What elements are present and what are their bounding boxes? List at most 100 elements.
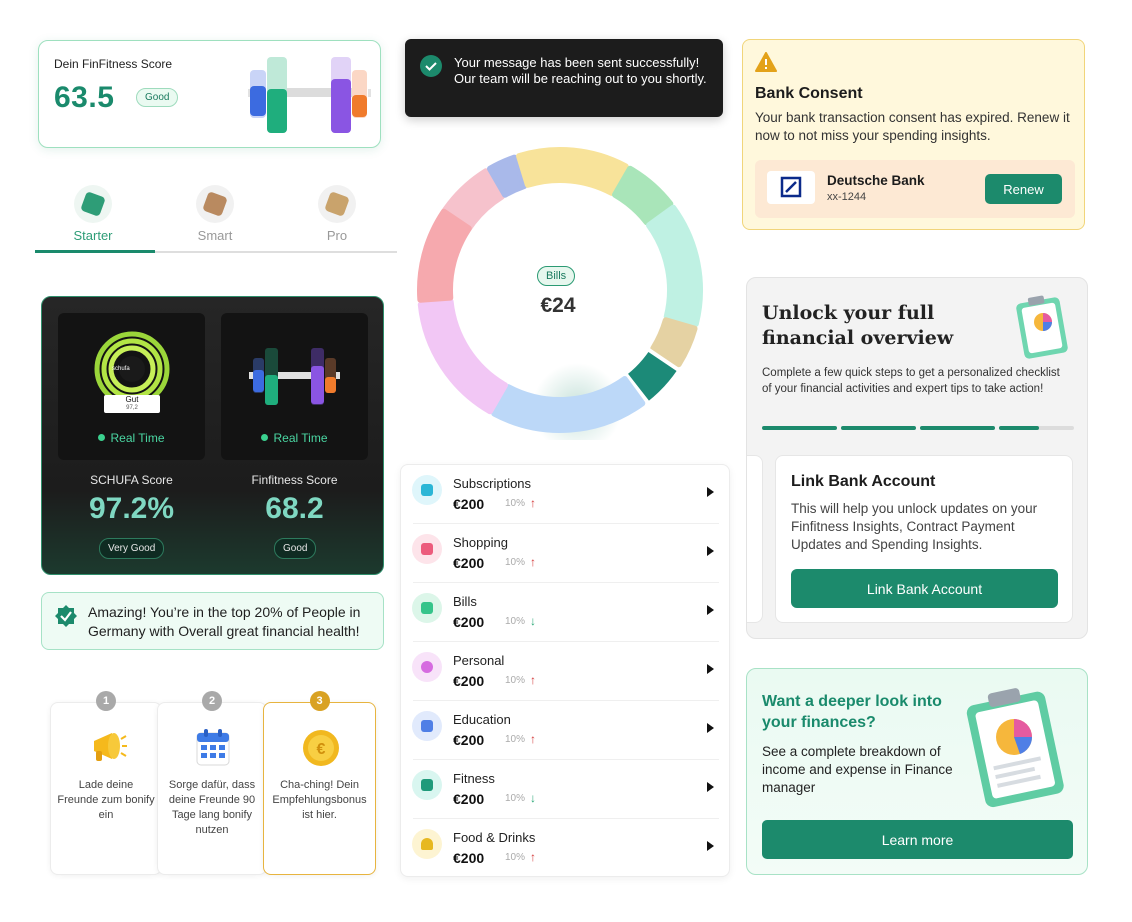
dumbbell-icon	[249, 348, 340, 405]
clipboard-chart-icon	[1016, 295, 1068, 359]
category-row-personal[interactable]: Personal €200 10% ↑	[401, 642, 731, 701]
schufa-grade: Gut	[125, 395, 139, 404]
category-name: Shopping	[453, 535, 508, 550]
chevron-right-icon[interactable]	[707, 605, 714, 615]
category-percent: 10%	[505, 675, 526, 686]
receipt-icon	[412, 593, 442, 623]
finfitness-title: Finfitness Score	[251, 473, 338, 487]
tab-pro-label: Pro	[326, 228, 348, 243]
donut-center-value: €24	[540, 294, 576, 317]
category-percent: 10%	[505, 852, 526, 863]
calendar-icon	[196, 729, 230, 766]
schufa-badge: Very Good	[99, 538, 165, 559]
category-amount: €200	[453, 614, 485, 630]
deeper-text: See a complete breakdown of income and e…	[762, 744, 953, 795]
bank-account-id: xx-1244	[827, 191, 867, 203]
arrow-up-icon: ↑	[530, 850, 536, 864]
finfitness-panel: Real Time	[221, 313, 368, 460]
badge-check-icon	[55, 605, 77, 627]
step-text: Lade deine Freunde zum bonify ein	[57, 779, 155, 821]
category-name: Bills	[453, 594, 477, 609]
donut-segment[interactable]	[417, 208, 472, 303]
tab-smart-label: Smart	[197, 228, 233, 243]
progress-step-1	[762, 426, 837, 430]
achievement-banner: Amazing! You’re in the top 20% of People…	[41, 592, 384, 650]
category-list: Subscriptions €200 10% ↑ Shopping €200 1…	[400, 464, 730, 877]
link-card-title: Link Bank Account	[791, 473, 936, 490]
category-row-subscriptions[interactable]: Subscriptions €200 10% ↑	[401, 465, 731, 524]
category-amount: €200	[453, 732, 485, 748]
referral-step-1: 1 Lade deine Freunde zum bonify ein	[50, 691, 162, 875]
arrow-down-icon: ↓	[530, 614, 536, 628]
progress-step-2	[841, 426, 916, 430]
schufa-grade-box: Gut 97,2	[104, 395, 160, 413]
tab-smart[interactable]: Smart	[155, 185, 275, 243]
toast-message: Your message has been sent successfully!…	[454, 55, 707, 86]
donut-center-label: Bills	[537, 266, 576, 286]
tab-starter[interactable]: Starter	[33, 185, 153, 243]
category-amount: €200	[453, 850, 485, 866]
spending-donut-chart[interactable]	[410, 140, 710, 440]
category-amount: €200	[453, 496, 485, 512]
referral-step-2: 2 Sorge dafür, dass deine Freunde 90 Tag…	[157, 691, 267, 875]
link-bank-card: Link Bank Account This will help you unl…	[775, 455, 1073, 623]
category-row-food-drinks[interactable]: Food & Drinks €200 10% ↑	[401, 819, 731, 878]
step-text: Cha-ching! Dein Empfehlungsbonus ist hie…	[272, 779, 367, 821]
arrow-down-icon: ↓	[530, 791, 536, 805]
chevron-right-icon[interactable]	[707, 664, 714, 674]
category-row-bills[interactable]: Bills €200 10% ↓	[401, 583, 731, 642]
starter-gem-icon	[74, 185, 112, 223]
chevron-right-icon[interactable]	[707, 487, 714, 497]
consent-title: Bank Consent	[755, 85, 863, 102]
achievement-text: Amazing! You’re in the top 20% of People…	[88, 604, 361, 639]
book-icon	[412, 711, 442, 741]
schufa-value: 97.2%	[88, 492, 175, 525]
category-name: Fitness	[453, 771, 495, 786]
category-percent: 10%	[505, 734, 526, 745]
dumbbell-icon	[248, 57, 371, 133]
schufa-logo: schufa	[112, 366, 130, 372]
category-name: Food & Drinks	[453, 830, 536, 845]
step-number: 1	[96, 691, 116, 711]
chevron-right-icon[interactable]	[707, 782, 714, 792]
donut-segment[interactable]	[417, 298, 508, 415]
chevron-right-icon[interactable]	[707, 723, 714, 733]
score-card-title: Dein FinFitness Score	[54, 57, 173, 71]
chevron-right-icon[interactable]	[707, 841, 714, 851]
category-row-fitness[interactable]: Fitness €200 10% ↓	[401, 760, 731, 819]
link-bank-account-button[interactable]: Link Bank Account	[791, 569, 1058, 608]
burger-icon	[412, 829, 442, 859]
category-percent: 10%	[505, 616, 526, 627]
scores-card: schufa Gut 97,2 Real Time Real Time SCHU…	[41, 296, 384, 575]
consent-text: Your bank transaction consent has expire…	[755, 110, 1070, 143]
score-card-badge: Good	[136, 88, 179, 107]
tab-pro[interactable]: Pro	[277, 185, 397, 243]
category-name: Subscriptions	[453, 476, 532, 491]
category-amount: €200	[453, 555, 485, 571]
pro-gem-icon	[318, 185, 356, 223]
arrow-up-icon: ↑	[530, 555, 536, 569]
donut-segment[interactable]	[516, 147, 629, 196]
chevron-right-icon[interactable]	[707, 546, 714, 556]
finfitness-realtime: Real Time	[221, 431, 368, 445]
step-number: 3	[309, 691, 330, 711]
cart-icon	[412, 534, 442, 564]
category-row-shopping[interactable]: Shopping €200 10% ↑	[401, 524, 731, 583]
unlock-title: Unlock your full financial overview	[762, 302, 954, 349]
step-text: Sorge dafür, dass deine Freunde 90 Tage …	[168, 779, 256, 836]
arrow-up-icon: ↑	[530, 496, 536, 510]
schufa-title: SCHUFA Score	[90, 473, 173, 487]
person-icon	[412, 652, 442, 682]
finance-manager-card: Want a deeper look into your finances? S…	[746, 668, 1088, 875]
previous-card-peek[interactable]	[747, 455, 763, 623]
donut-segment[interactable]	[645, 204, 703, 327]
lightning-icon	[412, 770, 442, 800]
clipboard-chart-icon	[966, 688, 1064, 808]
category-row-education[interactable]: Education €200 10% ↑	[401, 701, 731, 760]
renew-button[interactable]: Renew	[985, 174, 1062, 204]
finfitness-score-card: Dein FinFitness Score 63.5 Good	[38, 40, 381, 148]
tab-starter-label: Starter	[73, 228, 113, 243]
deutsche-bank-logo	[767, 171, 815, 204]
bank-row: Deutsche Bank xx-1244 Renew	[755, 160, 1075, 218]
learn-more-button[interactable]: Learn more	[762, 820, 1073, 859]
